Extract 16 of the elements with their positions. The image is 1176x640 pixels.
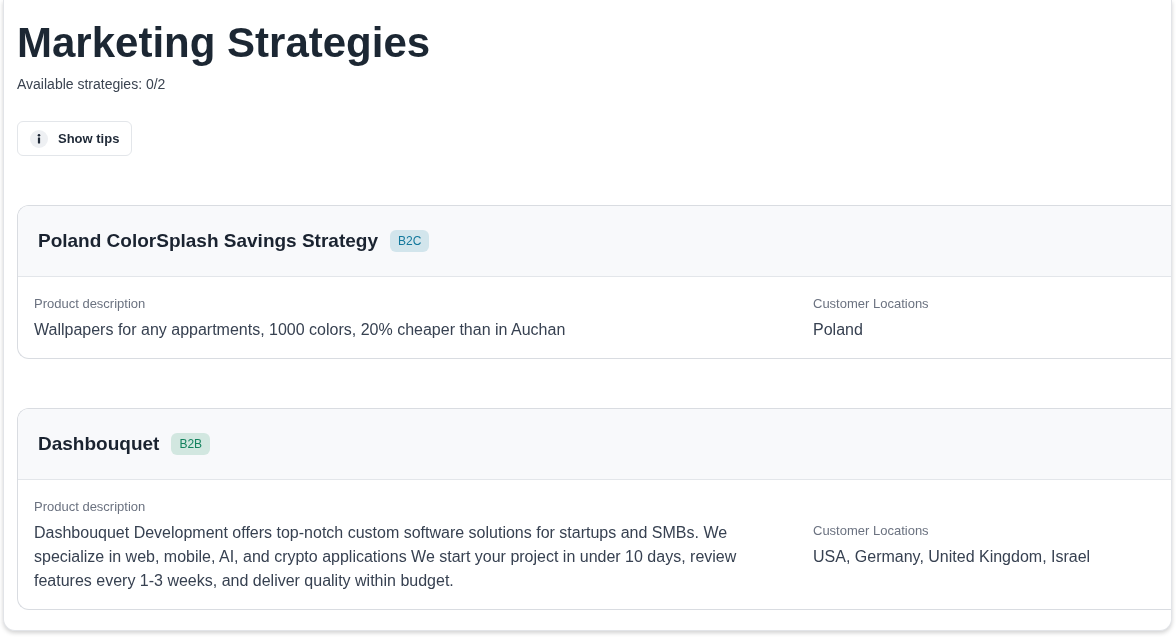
field-label: Customer Locations bbox=[813, 522, 929, 540]
page-title: Marketing Strategies bbox=[17, 18, 431, 68]
field-value: Wallpapers for any appartments, 1000 colors, 20% cheaper than in Auchan bbox=[34, 320, 567, 340]
field-label: Customer Locations bbox=[813, 295, 929, 313]
field-value: Poland bbox=[813, 320, 864, 340]
segment-tag: B2C bbox=[389, 230, 430, 252]
show-tips-button[interactable]: Show tips bbox=[17, 121, 133, 156]
field-value: Dashbouquet Development offers top-notch custom software solutions for startups and SMBs. We specialize in web, mobile, AI, and crypto applications We start your project in under 10 days, review features every 1-3 weeks, and deliver quality within budget. bbox=[34, 523, 738, 591]
strategy-title: Dashbouquet bbox=[38, 433, 160, 455]
subtitle-text: Available strategies: 0/2 bbox=[17, 75, 166, 94]
info-icon bbox=[30, 129, 48, 148]
segment-tag: B2B bbox=[171, 433, 211, 455]
field-label: Product description bbox=[34, 295, 146, 313]
strategy-title: Poland ColorSplash Savings Strategy bbox=[38, 230, 378, 252]
field-value: USA, Germany, United Kingdom, Israel bbox=[813, 547, 1092, 567]
field-label: Product description bbox=[34, 498, 146, 516]
